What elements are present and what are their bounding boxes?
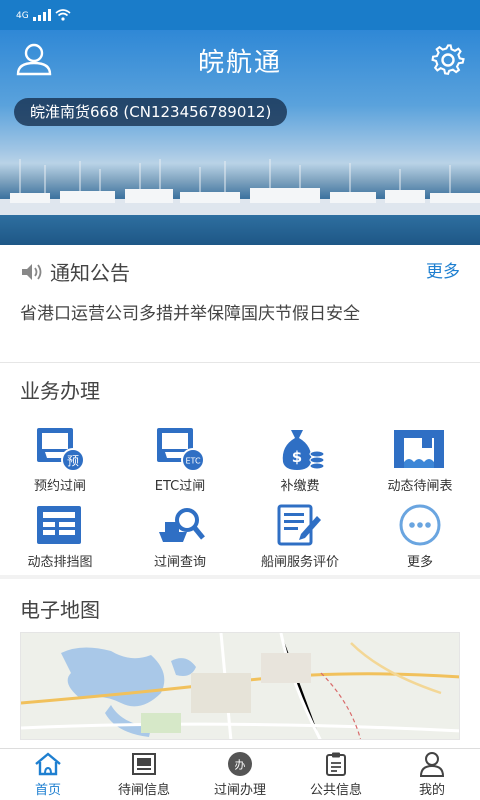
signal-indicator: 4G bbox=[16, 9, 71, 21]
gate-icon bbox=[132, 753, 156, 775]
status-bar: 4G bbox=[0, 0, 480, 30]
vessel-selector[interactable]: 皖淮南货668 (CN123456789012) bbox=[14, 98, 288, 126]
tab-mine[interactable]: 我的 bbox=[384, 749, 480, 800]
clipboard-icon bbox=[326, 752, 346, 776]
more-dots-icon bbox=[399, 504, 441, 546]
etc-lock-label: ETC过闸 bbox=[154, 479, 206, 494]
tab-mine-label: 我的 bbox=[418, 783, 445, 798]
tab-lock-process[interactable]: 办 过闸办理 bbox=[192, 749, 288, 800]
business-title: 业务办理 bbox=[20, 379, 100, 403]
money-bag-icon: $ bbox=[282, 430, 325, 470]
wifi-icon bbox=[55, 9, 71, 21]
lock-query-button[interactable]: 过闸查询 bbox=[120, 501, 240, 577]
svg-text:预: 预 bbox=[67, 454, 79, 468]
electronic-map[interactable] bbox=[20, 632, 460, 740]
divider bbox=[0, 575, 480, 579]
map-section: 电子地图 bbox=[0, 580, 480, 748]
speaker-icon bbox=[22, 263, 42, 280]
notice-section: 通知公告 更多 省港口运营公司多措并举保障国庆节假日安全 bbox=[0, 245, 480, 363]
business-grid: 预 预约过闸 ETC ETC过闸 $ 补缴费 动态待闸表 动态排挡图 过闸查询 … bbox=[0, 425, 480, 577]
lock-booking-label: 预约过闸 bbox=[33, 479, 86, 494]
svg-text:ETC: ETC bbox=[185, 457, 200, 466]
more-services-button[interactable]: 更多 bbox=[360, 501, 480, 577]
process-icon: 办 bbox=[228, 752, 252, 776]
supplementary-payment-button[interactable]: $ 补缴费 bbox=[240, 425, 360, 501]
waiting-table-button[interactable]: 动态待闸表 bbox=[360, 425, 480, 501]
tab-public-info-label: 公共信息 bbox=[309, 783, 362, 798]
tab-lock-process-label: 过闸办理 bbox=[213, 783, 266, 798]
schedule-table-icon bbox=[37, 506, 81, 544]
tab-home[interactable]: 首页 bbox=[0, 749, 96, 800]
signal-bars-icon bbox=[32, 9, 51, 21]
service-rating-label: 船闸服务评价 bbox=[260, 555, 339, 570]
supplementary-payment-label: 补缴费 bbox=[280, 479, 320, 494]
svg-text:办: 办 bbox=[235, 759, 246, 772]
header-banner: 皖航通 皖淮南货668 (CN123456789012) bbox=[0, 30, 480, 245]
lock-booking-icon: 预 bbox=[37, 428, 85, 472]
profile-icon bbox=[419, 752, 445, 777]
ship-search-icon bbox=[159, 508, 205, 542]
map-canvas bbox=[21, 633, 459, 739]
etc-lock-button[interactable]: ETC ETC过闸 bbox=[120, 425, 240, 501]
more-services-label: 更多 bbox=[406, 555, 433, 570]
tab-home-label: 首页 bbox=[34, 783, 61, 798]
waiting-table-label: 动态待闸表 bbox=[387, 479, 453, 494]
app-title: 皖航通 bbox=[197, 48, 282, 78]
network-type: 4G bbox=[16, 11, 29, 21]
notice-title: 通知公告 bbox=[50, 261, 130, 285]
svg-text:$: $ bbox=[292, 448, 302, 466]
notice-headline[interactable]: 省港口运营公司多措并举保障国庆节假日安全 bbox=[20, 299, 360, 324]
lock-booking-button[interactable]: 预 预约过闸 bbox=[0, 425, 120, 501]
notice-header: 通知公告 bbox=[20, 257, 130, 286]
berth-chart-label: 动态排挡图 bbox=[27, 555, 93, 570]
edit-document-icon bbox=[277, 504, 321, 546]
bottom-tab-bar: 首页 待闸信息 办 过闸办理 公共信息 我的 bbox=[0, 748, 480, 800]
tab-waiting-info[interactable]: 待闸信息 bbox=[96, 749, 192, 800]
settings-button[interactable] bbox=[430, 42, 466, 78]
business-section: 业务办理 预 预约过闸 ETC ETC过闸 $ 补缴费 动态待闸表 动态排挡图 … bbox=[0, 363, 480, 578]
harbor-image bbox=[0, 159, 480, 219]
tab-public-info[interactable]: 公共信息 bbox=[288, 749, 384, 800]
map-title: 电子地图 bbox=[20, 598, 100, 622]
tab-waiting-info-label: 待闸信息 bbox=[117, 783, 170, 798]
service-rating-button[interactable]: 船闸服务评价 bbox=[240, 501, 360, 577]
etc-lock-icon: ETC bbox=[157, 428, 205, 472]
crane-icon bbox=[394, 430, 444, 468]
sea-water bbox=[0, 215, 480, 245]
lock-query-label: 过闸查询 bbox=[153, 555, 206, 570]
home-icon bbox=[35, 752, 61, 776]
notice-more-link[interactable]: 更多 bbox=[426, 257, 460, 282]
gear-icon bbox=[431, 44, 465, 75]
berth-chart-button[interactable]: 动态排挡图 bbox=[0, 501, 120, 577]
